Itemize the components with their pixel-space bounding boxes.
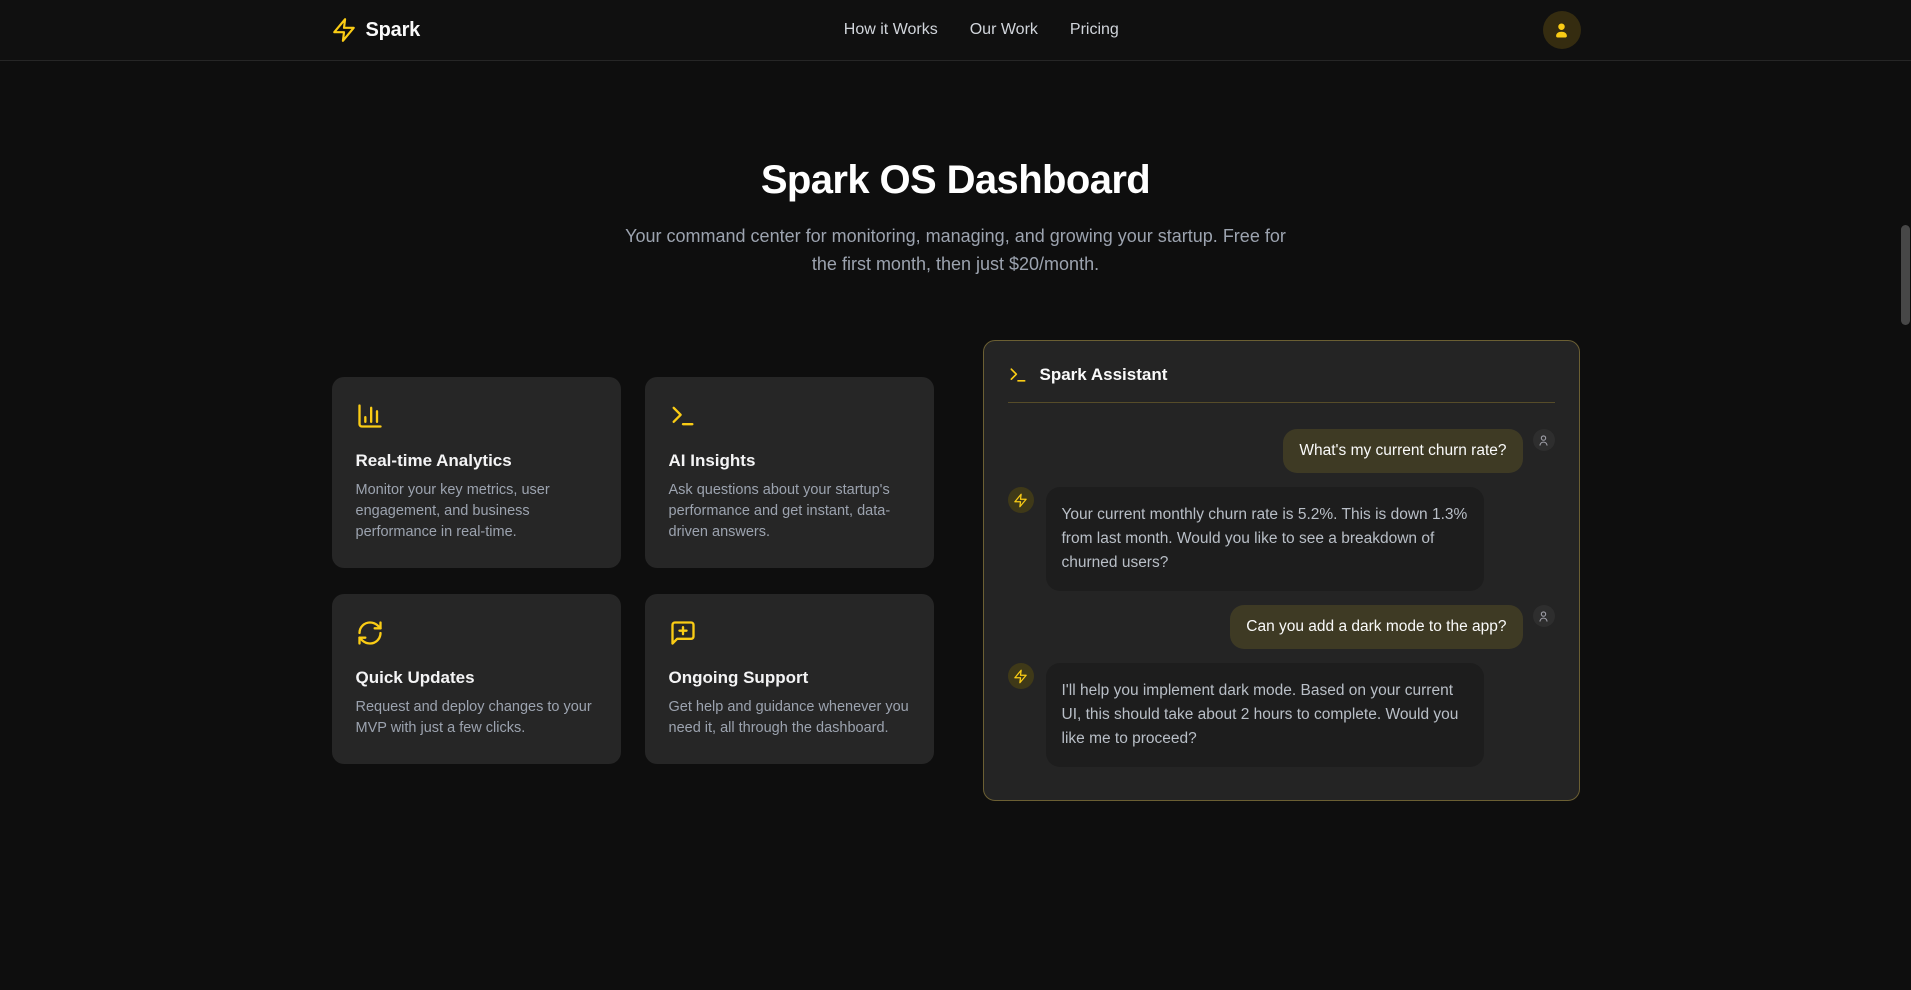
page-title: Spark OS Dashboard	[0, 158, 1911, 203]
chat-messages: What's my current churn rate? Your curre…	[1008, 429, 1555, 767]
feature-title: Ongoing Support	[669, 668, 910, 688]
scrollbar-thumb[interactable]	[1901, 225, 1910, 325]
chat-message-user: Can you add a dark mode to the app?	[1008, 605, 1555, 649]
scrollbar-track[interactable]	[1900, 0, 1911, 990]
divider	[1008, 402, 1555, 403]
feature-description: Monitor your key metrics, user engagemen…	[356, 480, 597, 543]
user-message-bubble: What's my current churn rate?	[1283, 429, 1522, 473]
refresh-icon	[356, 619, 597, 647]
terminal-icon	[1008, 365, 1028, 385]
nav-link-pricing[interactable]: Pricing	[1070, 21, 1119, 39]
user-icon	[1537, 434, 1550, 447]
page-subtitle: Your command center for monitoring, mana…	[611, 222, 1301, 278]
user-avatar-button[interactable]	[1543, 11, 1581, 49]
feature-card-realtime-analytics: Real-time Analytics Monitor your key met…	[332, 377, 621, 568]
user-filled-icon	[1552, 21, 1571, 40]
user-message-bubble: Can you add a dark mode to the app?	[1230, 605, 1522, 649]
nav-link-our-work[interactable]: Our Work	[970, 21, 1038, 39]
brand-logo[interactable]: Spark	[331, 17, 421, 43]
feature-card-ai-insights: AI Insights Ask questions about your sta…	[645, 377, 934, 568]
page: Spark How it Works Our Work Pricing Spar…	[0, 0, 1911, 990]
terminal-icon	[669, 402, 910, 430]
feature-cards: Real-time Analytics Monitor your key met…	[332, 377, 934, 764]
user-avatar	[1533, 605, 1555, 627]
feature-title: AI Insights	[669, 451, 910, 471]
assistant-message-bubble: I'll help you implement dark mode. Based…	[1046, 663, 1484, 767]
message-square-plus-icon	[669, 619, 910, 647]
chart-column-icon	[356, 402, 597, 430]
feature-title: Real-time Analytics	[356, 451, 597, 471]
nav-link-how-it-works[interactable]: How it Works	[844, 21, 938, 39]
hero-section: Spark OS Dashboard Your command center f…	[0, 61, 1911, 278]
feature-description: Request and deploy changes to your MVP w…	[356, 697, 597, 739]
chat-message-user: What's my current churn rate?	[1008, 429, 1555, 473]
zap-icon	[1013, 493, 1028, 508]
assistant-header: Spark Assistant	[1008, 365, 1555, 385]
feature-description: Get help and guidance whenever you need …	[669, 697, 910, 739]
chat-message-assistant: I'll help you implement dark mode. Based…	[1008, 663, 1555, 767]
assistant-message-bubble: Your current monthly churn rate is 5.2%.…	[1046, 487, 1484, 591]
feature-description: Ask questions about your startup's perfo…	[669, 480, 910, 543]
assistant-avatar	[1008, 487, 1034, 513]
main-content: Real-time Analytics Monitor your key met…	[0, 340, 1911, 801]
chat-message-assistant: Your current monthly churn rate is 5.2%.…	[1008, 487, 1555, 591]
assistant-title: Spark Assistant	[1040, 365, 1168, 385]
navbar: Spark How it Works Our Work Pricing	[0, 0, 1911, 61]
zap-icon	[331, 17, 357, 43]
user-icon	[1537, 610, 1550, 623]
user-avatar	[1533, 429, 1555, 451]
feature-title: Quick Updates	[356, 668, 597, 688]
brand-name: Spark	[366, 19, 421, 42]
nav-links: How it Works Our Work Pricing	[420, 21, 1542, 39]
feature-card-ongoing-support: Ongoing Support Get help and guidance wh…	[645, 594, 934, 764]
feature-card-quick-updates: Quick Updates Request and deploy changes…	[332, 594, 621, 764]
assistant-avatar	[1008, 663, 1034, 689]
spark-assistant-panel: Spark Assistant What's my current churn …	[983, 340, 1580, 801]
zap-icon	[1013, 669, 1028, 684]
